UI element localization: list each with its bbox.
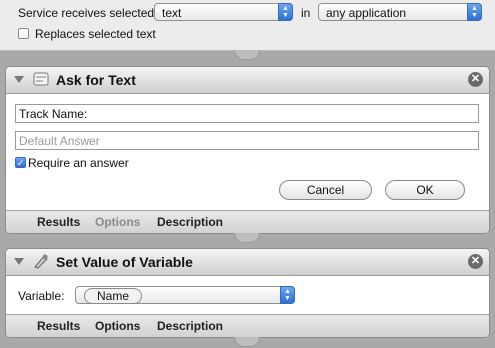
results-tab[interactable]: Results (37, 319, 80, 333)
variable-popup[interactable]: Name ▲ ▼ (75, 286, 295, 304)
require-answer-label: Require an answer (28, 156, 129, 170)
action-footer: Results Options Description (6, 210, 489, 233)
popup-arrows-icon: ▲ ▼ (467, 3, 482, 21)
description-tab[interactable]: Description (157, 319, 223, 333)
service-receives-label: Service receives selected (18, 6, 155, 20)
flow-connector (234, 50, 260, 60)
application-popup[interactable]: any application ▲ ▼ (318, 3, 482, 21)
action-title: Set Value of Variable (56, 254, 193, 270)
description-tab[interactable]: Description (157, 215, 223, 229)
application-value: any application (326, 6, 407, 20)
variable-token: Name (84, 288, 143, 304)
text-dialog-icon (33, 72, 49, 86)
variable-icon (34, 254, 48, 269)
disclosure-triangle-icon[interactable] (14, 76, 24, 83)
ask-for-text-action: Ask for Text ✕ Track Name: Default Answe… (5, 66, 490, 234)
action-header[interactable]: Set Value of Variable ✕ (6, 249, 489, 276)
options-tab[interactable]: Options (95, 319, 140, 333)
input-type-popup[interactable]: text ▲ ▼ (154, 3, 293, 21)
results-tab[interactable]: Results (37, 215, 80, 229)
cancel-button[interactable]: Cancel (279, 180, 372, 200)
variable-label: Variable: (18, 289, 65, 303)
require-answer-checkbox[interactable]: ✓ (15, 157, 26, 168)
replaces-selected-label: Replaces selected text (35, 27, 156, 41)
action-footer: Results Options Description (6, 314, 489, 337)
disclosure-triangle-icon[interactable] (14, 258, 24, 265)
in-label: in (301, 6, 311, 20)
close-icon[interactable]: ✕ (468, 72, 483, 87)
service-header: Service receives selected text ▲ ▼ in any… (0, 0, 495, 51)
ok-button[interactable]: OK (385, 180, 465, 200)
replaces-selected-checkbox[interactable] (18, 28, 29, 39)
action-header[interactable]: Ask for Text ✕ (6, 67, 489, 94)
default-answer-field[interactable]: Default Answer (15, 131, 479, 150)
popup-arrows-icon: ▲ ▼ (278, 3, 293, 21)
action-title: Ask for Text (56, 72, 136, 88)
input-type-value: text (162, 6, 182, 20)
set-variable-action: Set Value of Variable ✕ Variable: Name ▲… (5, 248, 490, 338)
close-icon[interactable]: ✕ (468, 254, 483, 269)
options-tab[interactable]: Options (95, 215, 140, 229)
popup-arrows-icon: ▲ ▼ (280, 286, 295, 304)
flow-connector (234, 233, 260, 243)
flow-connector (234, 337, 260, 347)
question-field[interactable]: Track Name: (15, 104, 479, 123)
